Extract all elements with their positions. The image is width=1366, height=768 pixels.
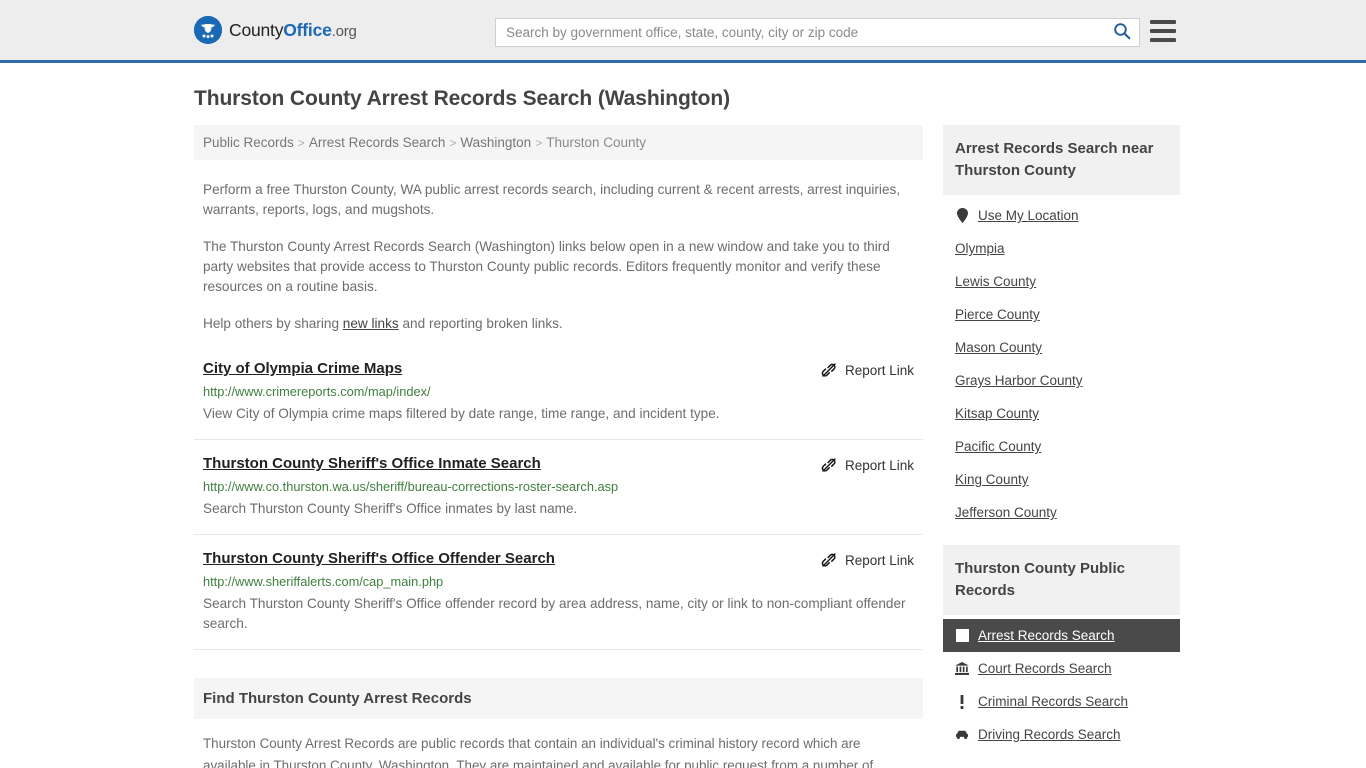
search-icon: [1113, 22, 1131, 43]
sidebar-item-pacific-county[interactable]: Pacific County: [943, 430, 1180, 463]
sidebar-label: Arrest Records Search: [978, 628, 1115, 643]
intro-paragraph-3: Help others by sharing new links and rep…: [203, 314, 914, 334]
sidebar-item-jefferson-county[interactable]: Jefferson County: [943, 496, 1180, 529]
sidebar-near-heading: Arrest Records Search near Thurston Coun…: [943, 125, 1180, 195]
result-item: Thurston County Sheriff's Office Offende…: [194, 550, 923, 650]
find-records-paragraph: Thurston County Arrest Records are publi…: [203, 736, 874, 768]
page-title: Thurston County Arrest Records Search (W…: [194, 87, 730, 110]
main-content: Public Records > Arrest Records Search >…: [194, 125, 923, 768]
sidebar-label: Kitsap County: [955, 406, 1040, 421]
sidebar-item-grays-harbor-county[interactable]: Grays Harbor County: [943, 364, 1180, 397]
exclamation-icon: [955, 694, 969, 709]
result-description: Search Thurston County Sheriff's Office …: [203, 501, 578, 516]
sidebar-item-use-my-location[interactable]: Use My Location: [943, 199, 1180, 232]
breadcrumb-separator: >: [535, 136, 543, 150]
sidebar-item-pierce-county[interactable]: Pierce County: [943, 298, 1180, 331]
find-records-body: Thurston County Arrest Records are publi…: [194, 719, 923, 768]
brand-text-tld: .org: [331, 22, 357, 40]
courthouse-icon: [955, 662, 969, 675]
result-url: http://www.crimereports.com/map/index/: [203, 384, 431, 399]
report-link-label: Report Link: [844, 457, 914, 473]
site-header: CountyOffice.org: [0, 0, 1366, 63]
sidebar-label: Olympia: [955, 241, 1005, 256]
sidebar-item-mason-county[interactable]: Mason County: [943, 331, 1180, 364]
sidebar-label: Mason County: [955, 340, 1043, 355]
report-link-button[interactable]: Report Link: [821, 457, 914, 473]
page-body: Public Records > Arrest Records Search >…: [190, 125, 1180, 768]
breadcrumb-separator: >: [449, 136, 457, 150]
sidebar-item-olympia[interactable]: Olympia: [943, 232, 1180, 265]
map-pin-icon: [955, 208, 969, 223]
broken-link-icon: [821, 552, 837, 568]
sidebar-label: Lewis County: [955, 274, 1037, 289]
result-item: City of Olympia Crime Maps Report Link h…: [194, 360, 923, 440]
sidebar-label: Court Records Search: [978, 661, 1112, 676]
brand-wordmark: CountyOffice.org: [229, 20, 357, 41]
breadcrumb: Public Records > Arrest Records Search >…: [194, 125, 923, 160]
breadcrumb-item-washington[interactable]: Washington: [460, 135, 531, 150]
intro-paragraph-1: Perform a free Thurston County, WA publi…: [203, 182, 901, 217]
search-input[interactable]: [496, 19, 1105, 46]
intro-paragraph-2: The Thurston County Arrest Records Searc…: [203, 239, 890, 294]
fingerprint-square-icon: [955, 629, 969, 642]
intro-p3-post: and reporting broken links.: [398, 316, 563, 331]
sidebar-item-lewis-county[interactable]: Lewis County: [943, 265, 1180, 298]
search-bar[interactable]: [495, 18, 1140, 47]
sidebar-item-driving-records-search[interactable]: Driving Records Search: [943, 718, 1180, 751]
intro-p3-pre: Help others by sharing: [203, 316, 343, 331]
sidebar-records-heading: Thurston County Public Records: [943, 545, 1180, 615]
result-title-link[interactable]: City of Olympia Crime Maps: [203, 360, 402, 377]
sidebar-label: Jefferson County: [955, 505, 1057, 520]
hamburger-menu-icon[interactable]: [1150, 20, 1176, 42]
result-item: Thurston County Sheriff's Office Inmate …: [194, 455, 923, 535]
result-title-link[interactable]: Thurston County Sheriff's Office Offende…: [203, 550, 555, 567]
broken-link-icon: [821, 362, 837, 378]
report-link-label: Report Link: [844, 362, 914, 378]
breadcrumb-item-arrest-records-search[interactable]: Arrest Records Search: [309, 135, 446, 150]
eagle-shield-logo-icon: [194, 16, 222, 44]
broken-link-icon: [821, 457, 837, 473]
find-records-heading: Find Thurston County Arrest Records: [194, 678, 923, 719]
sidebar-item-arrest-records-search[interactable]: Arrest Records Search: [943, 619, 1180, 652]
result-list: City of Olympia Crime Maps Report Link h…: [194, 360, 923, 650]
new-links-link[interactable]: new links: [343, 316, 399, 331]
sidebar-label: Pacific County: [955, 439, 1042, 454]
sidebar-label: Driving Records Search: [978, 727, 1121, 742]
sidebar-label: King County: [955, 472, 1029, 487]
report-link-label: Report Link: [844, 552, 914, 568]
sidebar-divider: [943, 529, 1180, 545]
result-description: Search Thurston County Sheriff's Office …: [203, 596, 906, 631]
report-link-button[interactable]: Report Link: [821, 552, 914, 568]
sidebar-label: Grays Harbor County: [955, 373, 1083, 388]
sidebar-item-court-records-search[interactable]: Court Records Search: [943, 652, 1180, 685]
sidebar-records-list: Arrest Records Search Court Records Sear…: [943, 615, 1180, 751]
result-title-link[interactable]: Thurston County Sheriff's Office Inmate …: [203, 455, 541, 472]
result-url: http://www.sheriffalerts.com/cap_main.ph…: [203, 574, 444, 589]
brand-text-office: Office: [283, 19, 332, 40]
sidebar-item-criminal-records-search[interactable]: Criminal Records Search: [943, 685, 1180, 718]
breadcrumb-item-public-records[interactable]: Public Records: [203, 135, 294, 150]
sidebar-item-kitsap-county[interactable]: Kitsap County: [943, 397, 1180, 430]
sidebar-label: Criminal Records Search: [978, 694, 1129, 709]
report-link-button[interactable]: Report Link: [821, 362, 914, 378]
sidebar-near-list: Use My Location Olympia Lewis County Pie…: [943, 195, 1180, 529]
brand-text-county: County: [229, 19, 284, 40]
sidebar-label: Use My Location: [978, 208, 1079, 223]
result-url: http://www.co.thurston.wa.us/sheriff/bur…: [203, 479, 619, 494]
sidebar-item-king-county[interactable]: King County: [943, 463, 1180, 496]
sidebar-label: Pierce County: [955, 307, 1040, 322]
site-logo-link[interactable]: CountyOffice.org: [194, 16, 357, 44]
car-icon: [955, 730, 969, 740]
result-description: View City of Olympia crime maps filtered…: [203, 406, 720, 421]
sidebar: Arrest Records Search near Thurston Coun…: [943, 125, 1180, 768]
breadcrumb-separator: >: [297, 136, 305, 150]
intro-text: Perform a free Thurston County, WA publi…: [194, 180, 923, 334]
breadcrumb-item-thurston-county: Thurston County: [546, 135, 647, 150]
search-button[interactable]: [1105, 19, 1139, 46]
